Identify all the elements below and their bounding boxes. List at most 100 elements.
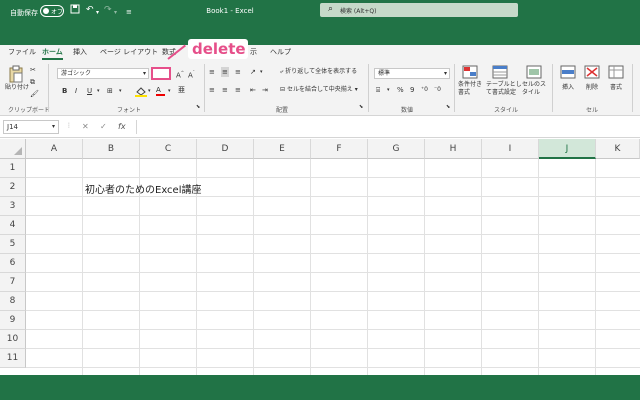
font-color-icon[interactable]: A [156,85,165,96]
save-icon[interactable] [70,4,80,18]
number-format-select[interactable]: 標準 ▾ [374,68,450,79]
delete-highlight-box [151,67,171,80]
increase-decimal-icon[interactable]: ⁺0 [421,85,428,95]
formula-input[interactable] [136,120,636,134]
align-bottom-icon[interactable]: ≡ [235,67,241,77]
name-box[interactable]: J14 ▾ [3,120,59,134]
format-cells-button[interactable]: 書式 [610,83,622,93]
row-header-11[interactable]: 11 [0,349,26,368]
alignment-launcher-icon[interactable]: ⬊ [359,102,363,112]
format-cells-icon[interactable] [608,65,624,82]
bold-icon[interactable]: B [62,86,67,96]
orientation-dropdown-icon[interactable]: ▾ [260,67,263,77]
column-header-d[interactable]: D [197,139,254,159]
merge-center-button[interactable]: ⊟ セルを結合して中央揃え ▾ [280,85,358,95]
align-center-icon[interactable]: ≡ [222,85,228,95]
italic-icon[interactable]: I [75,86,77,96]
column-header-a[interactable]: A [26,139,83,159]
row-header-2[interactable]: 2 [0,178,26,197]
font-launcher-icon[interactable]: ⬊ [196,102,200,112]
font-color-dropdown-icon[interactable]: ▾ [168,86,171,96]
font-name-select[interactable]: 游ゴシック ▾ [57,68,149,79]
tab-insert[interactable]: 挿入 [73,47,87,57]
customize-toolbar-icon[interactable]: ≡ [126,6,132,18]
insert-cells-button[interactable]: 挿入 [562,83,574,93]
insert-cells-icon[interactable] [560,65,576,82]
conditional-format-icon[interactable] [462,65,478,82]
row-header-10[interactable]: 10 [0,330,26,349]
column-header-i[interactable]: I [482,139,539,159]
decrease-decimal-icon[interactable]: ⁻0 [434,85,441,95]
undo-icon[interactable]: ↶ [86,4,94,16]
phonetic-icon[interactable]: 亜 [178,85,185,95]
column-header-e[interactable]: E [254,139,311,159]
cell-b2[interactable]: 初心者のためのExcel講座 [85,181,202,196]
increase-indent-icon[interactable]: ⇥ [262,85,268,95]
comma-icon[interactable]: 9 [410,85,414,95]
worksheet-grid[interactable]: A B C D E F G H I J K 1 2 3 4 5 6 7 8 9 … [0,139,640,375]
format-as-table-button[interactable]: テーブルとして書式設定 [486,81,522,97]
redo-dropdown-icon[interactable]: ▾ [114,7,117,19]
enter-icon[interactable]: ✓ [100,122,107,131]
redo-icon[interactable]: ↷ [104,4,112,16]
row-header-5[interactable]: 5 [0,235,26,254]
column-header-c[interactable]: C [140,139,197,159]
underline-dropdown-icon[interactable]: ▾ [97,86,100,96]
insert-function-icon[interactable]: fx [118,122,126,131]
accounting-format-icon[interactable]: ⌸ [376,85,380,95]
row-header-8[interactable]: 8 [0,292,26,311]
fill-color-icon[interactable] [135,86,147,100]
autosave-toggle[interactable]: オフ [40,5,64,17]
row-header-3[interactable]: 3 [0,197,26,216]
row-header-1[interactable]: 1 [0,159,26,178]
grow-font-icon[interactable]: A^ [176,68,184,80]
column-header-h[interactable]: H [425,139,482,159]
fill-dropdown-icon[interactable]: ▾ [148,86,151,96]
row-header-9[interactable]: 9 [0,311,26,330]
delete-cells-button[interactable]: 削除 [586,83,598,93]
tab-view[interactable]: 示 [250,47,257,57]
tab-file[interactable]: ファイル [8,47,36,57]
row-header-7[interactable]: 7 [0,273,26,292]
align-right-icon[interactable]: ≡ [235,85,241,95]
grid-line [26,272,640,273]
column-header-b[interactable]: B [83,139,140,159]
borders-icon[interactable]: ⊞ [107,86,113,96]
cell-styles-icon[interactable] [526,65,542,82]
column-header-j[interactable]: J [539,139,596,159]
align-top-icon[interactable]: ≡ [209,67,215,77]
chevron-down-icon: ▾ [142,70,146,77]
align-middle-icon[interactable]: ≡ [221,67,229,77]
search-box[interactable]: ⌕ 検索 (Alt+Q) [320,3,518,17]
select-all-corner[interactable] [0,139,26,159]
format-as-table-icon[interactable] [492,65,508,82]
row-header-4[interactable]: 4 [0,216,26,235]
more-options-icon[interactable]: ⋮ [66,122,72,129]
conditional-format-button[interactable]: 条件付き書式 [458,81,486,97]
delete-cells-icon[interactable] [584,65,600,82]
align-left-icon[interactable]: ≡ [209,85,215,95]
accounting-dropdown-icon[interactable]: ▾ [387,85,390,95]
tab-page-layout[interactable]: ページ レイアウト [100,47,158,57]
percent-icon[interactable]: % [397,85,404,95]
column-header-k[interactable]: K [596,139,640,159]
copy-icon[interactable]: ⧉ [30,77,35,87]
tab-home[interactable]: ホーム [42,47,63,60]
number-launcher-icon[interactable]: ⬊ [446,102,450,112]
cell-styles-button[interactable]: セルのスタイル [522,81,548,97]
shrink-font-icon[interactable]: Aˇ [188,68,195,80]
cancel-icon[interactable]: ✕ [82,122,89,131]
undo-dropdown-icon[interactable]: ▾ [96,7,99,19]
row-header-6[interactable]: 6 [0,254,26,273]
tab-help[interactable]: ヘルプ [270,47,291,57]
borders-dropdown-icon[interactable]: ▾ [119,86,122,96]
paste-button[interactable]: 貼り付け [5,83,29,93]
underline-icon[interactable]: U [87,86,92,96]
cut-icon[interactable]: ✂ [30,65,36,75]
column-header-g[interactable]: G [368,139,425,159]
format-painter-icon[interactable]: 🖌 [30,89,39,99]
decrease-indent-icon[interactable]: ⇤ [250,85,256,95]
wrap-text-button[interactable]: ⤶ 折り返して全体を表示する [280,67,357,77]
orientation-icon[interactable]: ↗ [250,67,256,77]
column-header-f[interactable]: F [311,139,368,159]
